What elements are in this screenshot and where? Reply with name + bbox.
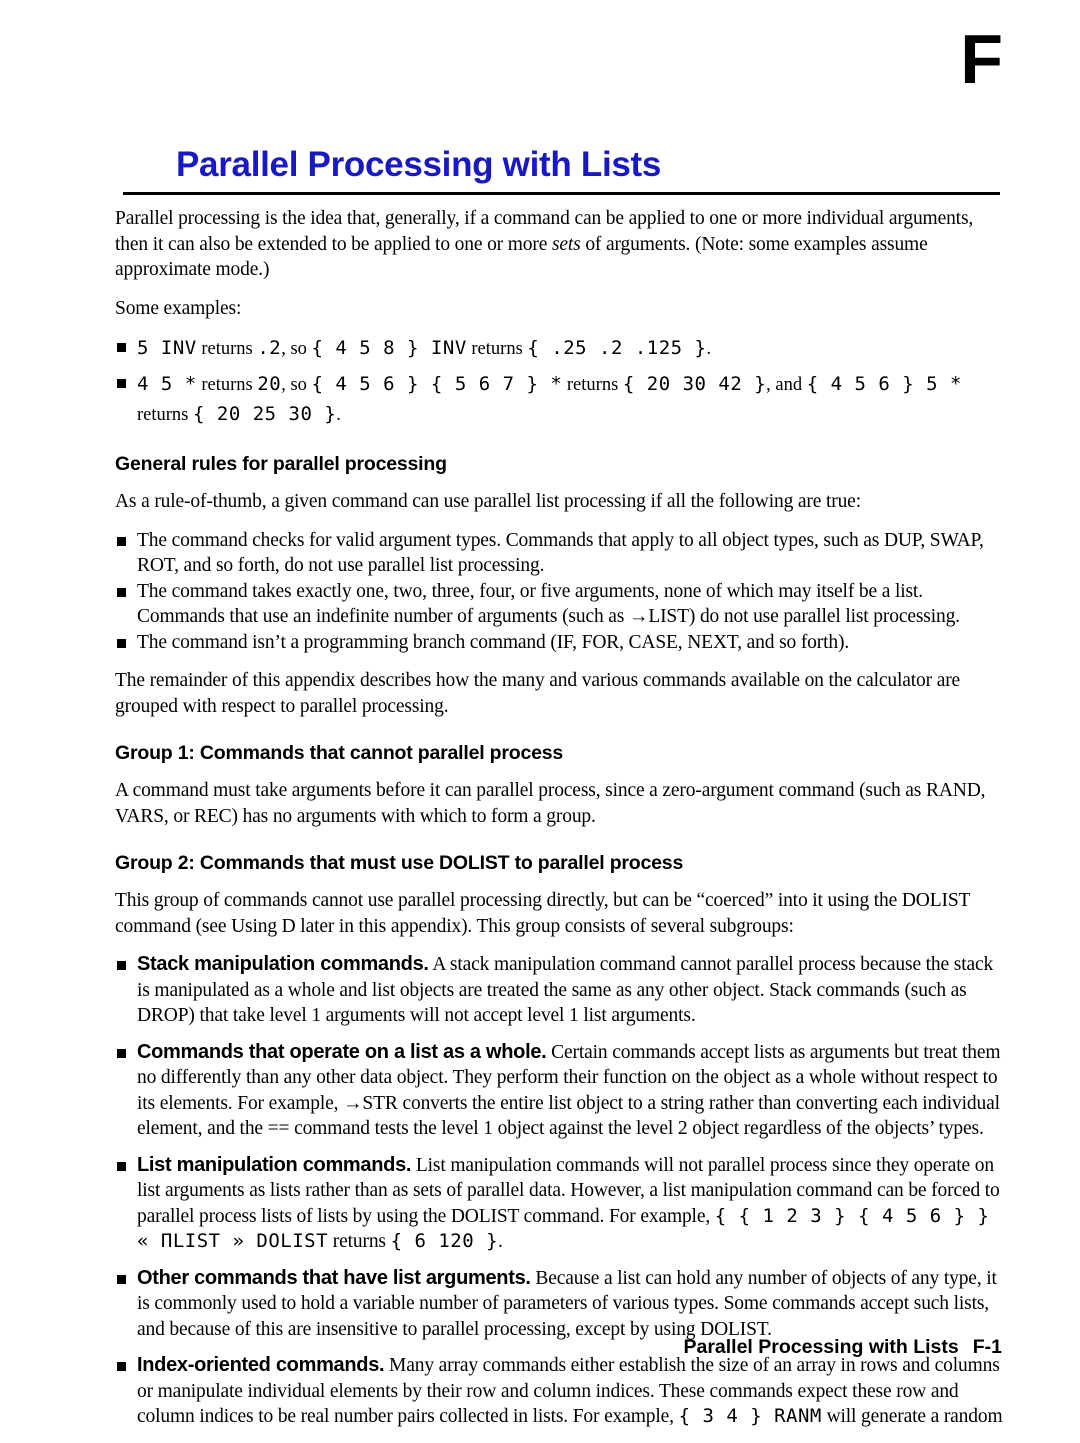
bullet-square-icon	[117, 343, 126, 352]
subgroup-content: Index-oriented commands. Many array comm…	[137, 1354, 1003, 1427]
calculator-code: « ΠLIST » DOLIST	[137, 1230, 329, 1252]
calculator-code: { .25 .2 .125 }	[527, 337, 707, 359]
example-connector-text: , so	[281, 375, 312, 395]
footer-page-number: F-1	[972, 1336, 1002, 1358]
subgroup-title: Stack manipulation commands.	[137, 953, 429, 975]
calculator-code: { { 1 2 3 } { 4 5 6 } }	[714, 1204, 990, 1227]
list-item: Index-oriented commands. Many array comm…	[115, 1353, 1005, 1430]
heading-general-rules: General rules for parallel processing	[115, 453, 447, 475]
examples-list: 5 INV returns .2, so { 4 5 8 } INV retur…	[115, 334, 1005, 430]
group-2-body: This group of commands cannot use parall…	[115, 890, 970, 937]
bullet-square-icon	[117, 379, 126, 388]
bullet-square-icon	[117, 536, 126, 546]
list-item-text: The command isn’t a programming branch c…	[137, 631, 850, 653]
calculator-code: { 4 5 6 } { 5 6 7 } *	[311, 373, 563, 395]
general-rules-lead: As a rule-of-thumb, a given command can …	[115, 491, 861, 512]
calculator-code: 5 INV	[137, 337, 197, 359]
footer-title: Parallel Processing with Lists	[683, 1336, 959, 1358]
example-connector-text: returns	[137, 405, 193, 425]
calculator-code: 20	[257, 373, 282, 395]
list-item: The command takes exactly one, two, thre…	[115, 579, 1005, 630]
subgroup-text: .	[498, 1231, 503, 1252]
example-connector-text: returns	[562, 375, 623, 395]
intro-paragraph: Parallel processing is the idea that, ge…	[115, 206, 1005, 283]
example-connector-text: returns	[196, 339, 258, 359]
subgroup-text: returns	[328, 1231, 391, 1252]
bullet-square-icon	[117, 1161, 126, 1171]
subgroup-content: Other commands that have list arguments.…	[137, 1266, 997, 1340]
example-item: 5 INV returns .2, so { 4 5 8 } INV retur…	[115, 334, 1005, 364]
subgroup-content: Stack manipulation commands. A stack man…	[137, 953, 993, 1026]
bullet-square-icon	[117, 587, 126, 597]
calculator-code: { 4 5 8 } INV	[311, 337, 467, 359]
list-item: Stack manipulation commands. A stack man…	[115, 952, 1005, 1029]
example-connector-text: , and	[766, 375, 807, 395]
heading-group-1: Group 1: Commands that cannot parallel p…	[115, 742, 564, 764]
subgroup-content: Commands that operate on a list as a who…	[137, 1040, 1001, 1140]
list-item: Commands that operate on a list as a who…	[115, 1040, 1005, 1142]
document-page: F Parallel Processing with Lists Paralle…	[0, 0, 1080, 1427]
example-connector-text: , so	[281, 339, 312, 359]
subgroup-text: will generate a random	[821, 1406, 1003, 1427]
calculator-code: { 20 25 30 }	[193, 403, 337, 425]
subgroup-title: Other commands that have list arguments.	[137, 1266, 531, 1289]
title-divider	[123, 192, 1000, 195]
example-connector-text: returns	[466, 339, 528, 359]
list-item-text: The command takes exactly one, two, thre…	[137, 580, 960, 628]
subgroup-content: List manipulation commands. List manipul…	[137, 1153, 1000, 1253]
calculator-code: { 4 5 6 } 5 *	[806, 373, 962, 395]
general-rules-closing: The remainder of this appendix describes…	[115, 670, 961, 717]
example-content: 5 INV returns .2, so { 4 5 8 } INV retur…	[137, 337, 712, 359]
subgroup-title: Commands that operate on a list as a who…	[137, 1040, 547, 1063]
page-footer: Parallel Processing with Lists F-1	[0, 1336, 1002, 1359]
bullet-square-icon	[117, 961, 126, 970]
bullet-square-icon	[117, 638, 126, 648]
group-1-body: A command must take arguments before it …	[115, 780, 986, 827]
list-item: The command isn’t a programming branch c…	[115, 630, 1005, 656]
bullet-square-icon	[117, 1274, 126, 1284]
example-connector-text: returns	[196, 375, 258, 395]
document-body: Parallel processing is the idea that, ge…	[115, 206, 1005, 1443]
appendix-letter: F	[960, 20, 1003, 98]
bullet-square-icon	[117, 1362, 126, 1371]
bullet-square-icon	[117, 1048, 126, 1058]
intro-text-italic: sets	[551, 233, 581, 255]
some-examples-lead: Some examples:	[115, 297, 242, 319]
example-connector-text: .	[706, 339, 712, 359]
heading-group-2: Group 2: Commands that must use DOLIST t…	[115, 852, 684, 874]
example-content: 4 5 * returns 20, so { 4 5 6 } { 5 6 7 }…	[137, 373, 962, 425]
general-rules-bullets: The command checks for valid argument ty…	[115, 528, 1005, 656]
calculator-code: 4 5 *	[137, 373, 197, 395]
calculator-code: { 3 4 } RANM	[678, 1405, 822, 1427]
calculator-code: .2	[257, 337, 282, 359]
list-item: Other commands that have list arguments.…	[115, 1266, 1005, 1343]
list-item: The command checks for valid argument ty…	[115, 528, 1005, 579]
list-item-text: The command checks for valid argument ty…	[137, 529, 984, 577]
list-item: List manipulation commands. List manipul…	[115, 1153, 1005, 1255]
example-connector-text: .	[336, 405, 341, 425]
page-title: Parallel Processing with Lists	[176, 145, 662, 184]
calculator-code: { 20 30 42 }	[622, 373, 767, 395]
example-item: 4 5 * returns 20, so { 4 5 6 } { 5 6 7 }…	[115, 370, 1005, 430]
calculator-code: { 6 120 }	[390, 1230, 499, 1252]
subgroup-title: List manipulation commands.	[137, 1153, 412, 1176]
